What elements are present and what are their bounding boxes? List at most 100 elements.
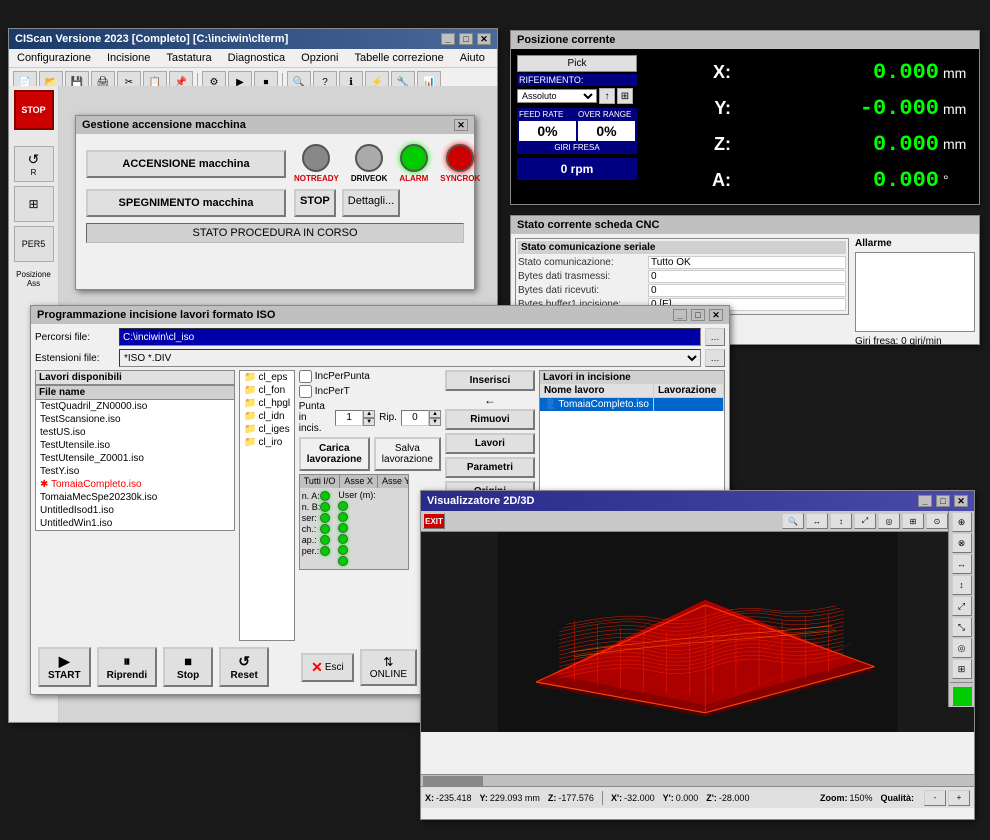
estensioni-browse[interactable]: …	[705, 349, 725, 367]
lav-inc-title: Lavori in incisione	[540, 371, 724, 384]
percorsi-browse[interactable]: …	[705, 328, 725, 346]
reset-btn[interactable]: ↺ Reset	[219, 647, 269, 687]
riprendi-bottom-btn[interactable]: ⏸ Riprendi	[97, 647, 158, 687]
viz-min-btn[interactable]: _	[918, 495, 932, 507]
list-item[interactable]: UntitledWin1.iso	[36, 517, 234, 530]
cnc-label-2: Bytes dati ricevuti:	[518, 285, 648, 296]
list-item[interactable]: TestY.iso	[36, 465, 234, 478]
list-item[interactable]: TestScansione.iso	[36, 413, 234, 426]
viz-tb-btn1[interactable]: 🔍	[782, 513, 804, 529]
sidebar-tool-btn[interactable]: ⊞	[14, 186, 54, 222]
percorsi-input[interactable]	[119, 328, 701, 346]
tab-asse-x[interactable]: Asse X	[340, 475, 378, 488]
list-item[interactable]: UntitledIsod1.iso	[36, 504, 234, 517]
estensioni-select[interactable]: *ISO *.DIV	[119, 349, 701, 367]
viz-tb-btn3[interactable]: ↕	[830, 513, 852, 529]
viz-rt-btn7[interactable]: ◎	[952, 638, 972, 658]
menu-incisione[interactable]: Incisione	[103, 51, 154, 65]
sidebar-per5-btn[interactable]: PER5	[14, 226, 54, 262]
viz-tb-btn2[interactable]: ↔	[806, 513, 828, 529]
rip-input[interactable]	[401, 410, 429, 426]
cb-incpert: IncPerT	[299, 385, 441, 398]
stop-bottom-btn[interactable]: ⏹ Stop	[163, 647, 213, 687]
assoluto-select[interactable]: Assoluto	[517, 89, 597, 103]
viz-rt-btn8[interactable]: ⊞	[952, 659, 972, 679]
viz-close-btn[interactable]: ✕	[954, 495, 968, 507]
viz-scrollbar-h[interactable]	[421, 774, 974, 786]
inserisci-btn[interactable]: Inserisci	[445, 370, 535, 391]
iso-max-btn[interactable]: □	[691, 309, 705, 321]
viz-tb-btn7[interactable]: ⊙	[926, 513, 948, 529]
viz-rt-btn6[interactable]: ⤡	[952, 617, 972, 637]
cb-incpert-input[interactable]	[299, 385, 312, 398]
pos-btn1[interactable]: ↑	[599, 88, 615, 104]
accensione-btn[interactable]: ACCENSIONE macchina	[86, 150, 286, 178]
viz-rt-btn3[interactable]: ↔	[952, 554, 972, 574]
esci-btn[interactable]: ✕ Esci	[301, 653, 354, 682]
menu-opzioni[interactable]: Opzioni	[297, 51, 342, 65]
punta-up[interactable]: ▲	[363, 410, 375, 418]
list-item[interactable]: TestUtensile_Z0001.iso	[36, 452, 234, 465]
viz-rt-btn2[interactable]: ⊗	[952, 533, 972, 553]
viz-rt-btn1[interactable]: ⊕	[952, 512, 972, 532]
sidebar-r-btn[interactable]: ↺ R	[14, 146, 54, 182]
status-plus-btn[interactable]: +	[948, 790, 970, 806]
tab-tutti-io[interactable]: Tutti I/O	[300, 475, 341, 488]
led-row-user2	[338, 512, 376, 522]
viz-rt-btn4[interactable]: ↕	[952, 575, 972, 595]
punta-down[interactable]: ▼	[363, 418, 375, 426]
stop-button[interactable]: STOP	[14, 90, 54, 130]
minimize-btn[interactable]: _	[441, 33, 455, 45]
menu-configurazione[interactable]: Configurazione	[13, 51, 95, 65]
tree-item-iges[interactable]: 📁cl_iges	[240, 423, 294, 436]
tree-item-idn[interactable]: 📁cl_idn	[240, 410, 294, 423]
status-x-label: X:	[425, 793, 434, 803]
list-item[interactable]: TestUtensile.iso	[36, 439, 234, 452]
viz-tb-btn5[interactable]: ◎	[878, 513, 900, 529]
status-z-val: -177.576	[558, 793, 594, 803]
parametri-btn[interactable]: Parametri	[445, 457, 535, 478]
menu-tabelle[interactable]: Tabelle correzione	[350, 51, 447, 65]
close-btn[interactable]: ✕	[477, 33, 491, 45]
lavori-btn[interactable]: Lavori	[445, 433, 535, 454]
machine-dialog-close[interactable]: ✕	[454, 119, 468, 131]
rip-down[interactable]: ▼	[429, 418, 441, 426]
dettagli-btn[interactable]: Dettagli...	[342, 189, 400, 217]
menu-tastatura[interactable]: Tastatura	[162, 51, 215, 65]
tab-asse-y[interactable]: Asse Y	[378, 475, 408, 488]
online-btn[interactable]: ⇅ ONLINE	[360, 649, 417, 686]
list-item[interactable]: TestQuadril_ZN0000.iso	[36, 400, 234, 413]
iso-close-btn[interactable]: ✕	[709, 309, 723, 321]
stop-dialog-btn[interactable]: STOP	[294, 189, 336, 217]
light-alarm: ALARM	[399, 144, 428, 183]
salva-btn[interactable]: Salva lavorazione	[374, 437, 441, 471]
rimuovi-btn[interactable]: Rimuovi	[445, 409, 535, 430]
tree-item-iro[interactable]: 📁cl_iro	[240, 436, 294, 449]
viz-scroll-thumb[interactable]	[423, 776, 483, 786]
pick-btn[interactable]: Pick	[517, 55, 637, 72]
list-item[interactable]: testUS.iso	[36, 426, 234, 439]
tree-item-fon[interactable]: 📁cl_fon	[240, 384, 294, 397]
carica-btn[interactable]: Carica lavorazione	[299, 437, 370, 471]
start-btn[interactable]: ▶ START	[38, 647, 91, 687]
tree-item-hpgl[interactable]: 📁cl_hpgl	[240, 397, 294, 410]
pos-btn2[interactable]: ⊞	[617, 88, 633, 104]
iso-min-btn[interactable]: _	[673, 309, 687, 321]
punta-input[interactable]	[335, 410, 363, 426]
viz-max-btn[interactable]: □	[936, 495, 950, 507]
viz-tb-btn4[interactable]: ⤢	[854, 513, 876, 529]
list-item[interactable]: TomaiaMecSpe20230k.iso	[36, 491, 234, 504]
cb-incperpunta-input[interactable]	[299, 370, 312, 383]
lav-inc-row-0[interactable]: 👤 TomaiaCompleto.iso	[540, 398, 724, 411]
rip-up[interactable]: ▲	[429, 410, 441, 418]
maximize-btn[interactable]: □	[459, 33, 473, 45]
status-minus-btn[interactable]: -	[924, 790, 946, 806]
list-item-starred[interactable]: ✱ TomaiaCompleto.iso	[36, 478, 234, 491]
tree-item-eps[interactable]: 📁cl_eps	[240, 371, 294, 384]
exit-btn[interactable]: EXIT	[423, 513, 445, 529]
viz-tb-btn6[interactable]: ⊞	[902, 513, 924, 529]
menu-diagnostica[interactable]: Diagnostica	[224, 51, 289, 65]
spegnimento-btn[interactable]: SPEGNIMENTO macchina	[86, 189, 286, 217]
menu-aiuto[interactable]: Aiuto	[456, 51, 489, 65]
viz-rt-btn5[interactable]: ⤢	[952, 596, 972, 616]
